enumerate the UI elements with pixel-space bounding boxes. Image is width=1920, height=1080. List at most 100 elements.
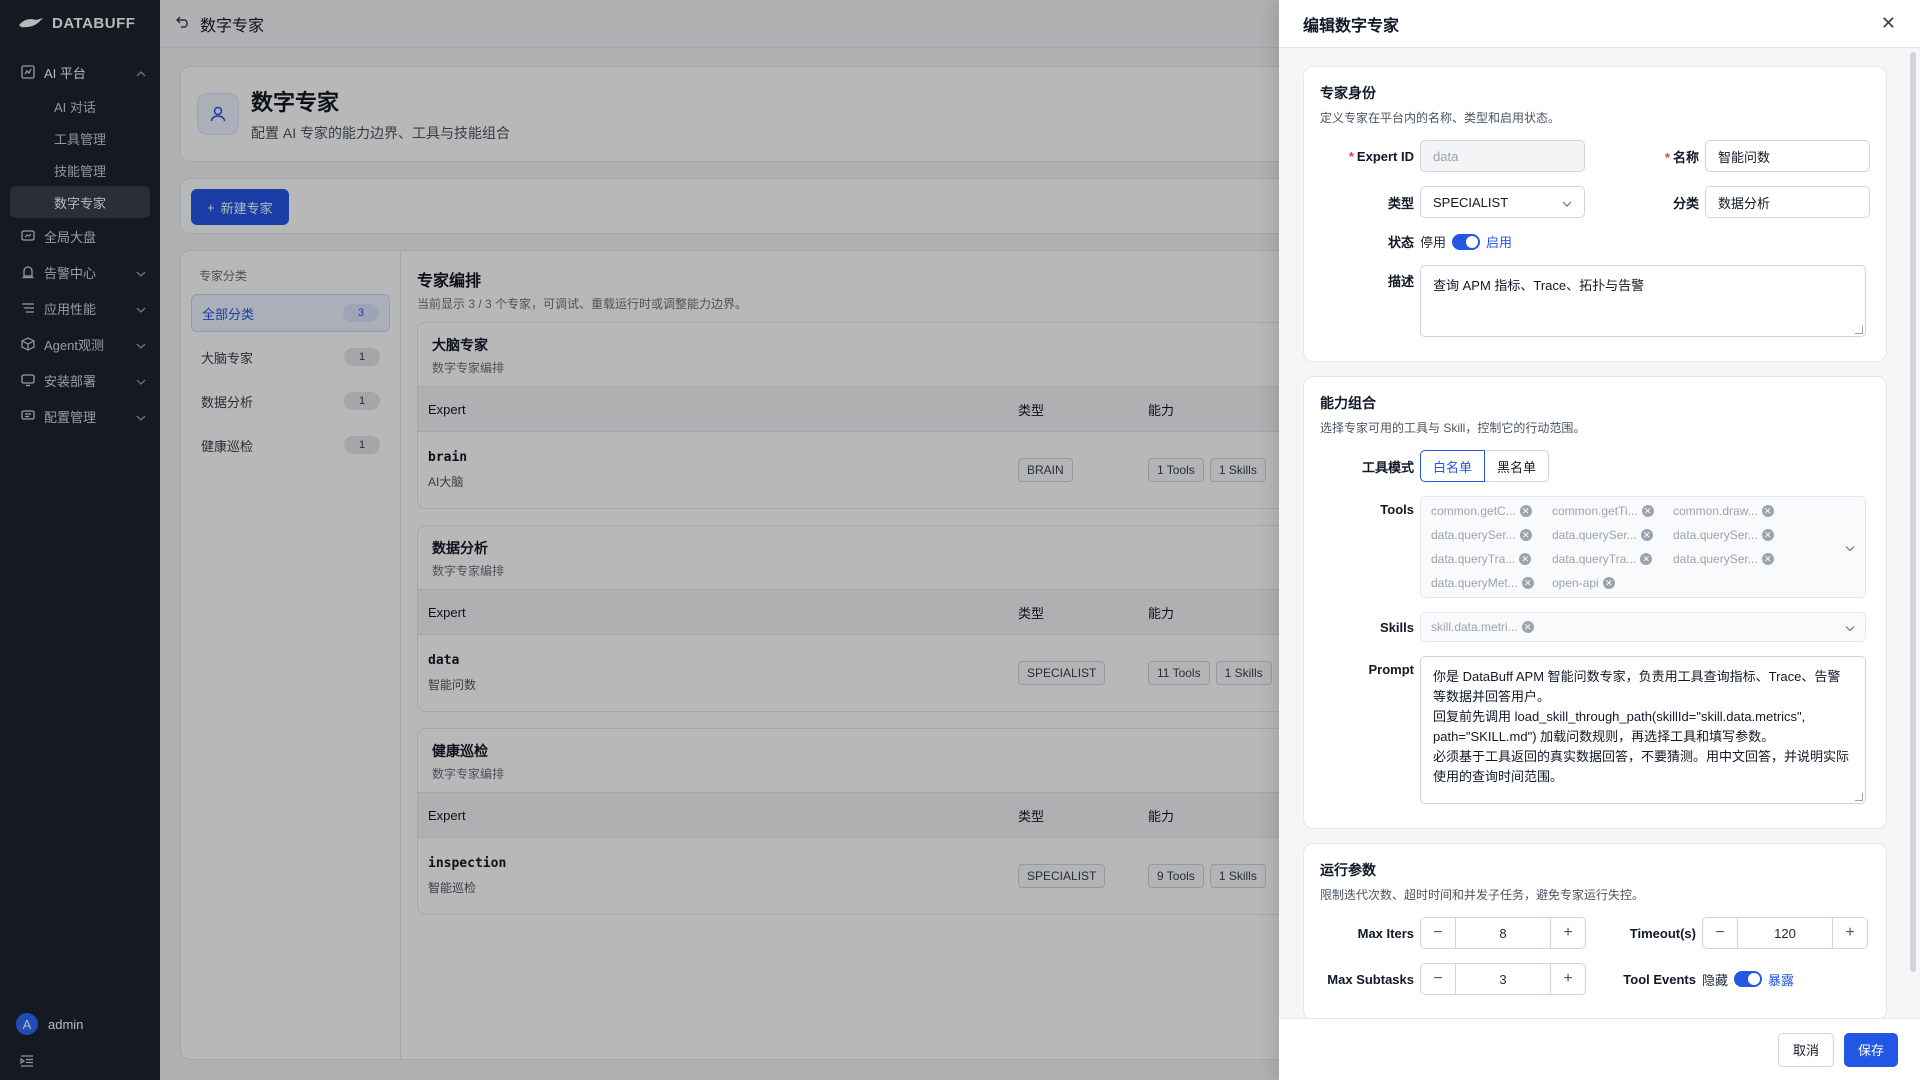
tool-chip: data.querySer... ✕ (1550, 525, 1665, 545)
prompt-textarea[interactable]: 你是 DataBuff APM 智能问数专家，负责用工具查询指标、Trace、告… (1420, 656, 1866, 804)
tool-chip: data.queryTra... ✕ (1550, 549, 1665, 569)
cancel-button[interactable]: 取消 (1777, 1032, 1834, 1067)
status-toggle-group: 停用 启用 (1420, 232, 1512, 251)
remove-chip-icon[interactable]: ✕ (1602, 577, 1615, 589)
desc-label: 描述 (1387, 274, 1414, 289)
resize-handle-icon[interactable] (1855, 326, 1863, 334)
status-switch[interactable] (1452, 233, 1481, 250)
tool-chip: data.queryMet... ✕ (1429, 573, 1544, 593)
increment-button[interactable]: + (1551, 918, 1585, 948)
close-icon[interactable]: ✕ (1881, 13, 1896, 34)
resize-handle-icon[interactable] (1855, 793, 1863, 801)
tool-events-off-label: 隐藏 (1702, 972, 1729, 988)
tool-chip: common.draw... ✕ (1671, 501, 1786, 521)
max-subtasks-stepper: − 3 + (1420, 963, 1586, 995)
max-iters-value[interactable]: 8 (1455, 918, 1551, 948)
max-iters-label: Max Iters (1357, 925, 1414, 941)
remove-chip-icon[interactable]: ✕ (1640, 529, 1653, 541)
category-input[interactable]: 数据分析 (1705, 186, 1870, 218)
type-select[interactable]: SPECIALIST (1420, 186, 1585, 218)
identity-card: 专家身份 定义专家在平台内的名称、类型和启用状态。 * Expert ID dat… (1303, 66, 1887, 362)
remove-chip-icon[interactable]: ✕ (1761, 505, 1774, 517)
tool-events-on-label: 暴露 (1768, 972, 1795, 988)
tool-chip: open-api ✕ (1550, 573, 1619, 593)
remove-chip-icon[interactable]: ✕ (1519, 505, 1532, 517)
tool-mode-label: 工具模式 (1361, 459, 1414, 475)
prompt-line: 使用的查询时间范围。 (1433, 769, 1564, 784)
prompt-line: 必须基于工具返回的真实数据回答，不要猜测。用中文回答，并说明实际 (1433, 749, 1850, 764)
name-label: * 名称 (1664, 149, 1699, 165)
max-iters-stepper: − 8 + (1420, 917, 1586, 949)
tool-chip: data.queryTra... ✕ (1429, 549, 1544, 569)
type-label: 类型 (1387, 195, 1414, 211)
tool-events-toggle-group: 隐藏 暴露 (1702, 970, 1794, 989)
section-title: 能力组合 (1320, 395, 1376, 411)
chevron-down-icon (1845, 620, 1855, 635)
capability-card: 能力组合 选择专家可用的工具与 Skill，控制它的行动范围。 工具模式 白名单… (1303, 376, 1887, 829)
max-subtasks-label: Max Subtasks (1327, 971, 1414, 987)
mode-blacklist-button[interactable]: 黑名单 (1485, 450, 1550, 482)
timeout-label: Timeout(s) (1629, 925, 1696, 941)
save-button[interactable]: 保存 (1843, 1032, 1898, 1067)
decrement-button[interactable]: − (1421, 964, 1455, 994)
tools-label: Tools (1380, 502, 1414, 517)
category-label: 分类 (1672, 195, 1699, 211)
drawer-scrollbar[interactable] (1910, 52, 1916, 972)
prompt-line: 你是 DataBuff APM 智能问数专家，负责用工具查询指标、Trace、告… (1433, 669, 1841, 684)
tool-chip: common.getC... ✕ (1429, 501, 1544, 521)
tool-events-switch[interactable] (1734, 971, 1763, 987)
prompt-line: 等数据并回答用户。 (1433, 689, 1551, 704)
skill-chip: skill.data.metri... ✕ (1429, 617, 1544, 637)
name-input[interactable]: 智能问数 (1705, 140, 1870, 172)
increment-button[interactable]: + (1833, 918, 1867, 948)
remove-chip-icon[interactable]: ✕ (1761, 529, 1774, 541)
tools-multiselect[interactable]: common.getC... ✕ common.getTi... ✕ common.… (1420, 496, 1866, 598)
type-select-value: SPECIALIST (1433, 194, 1509, 210)
drawer-footer: 取消 保存 (1279, 1018, 1920, 1080)
prompt-line: 回复前先调用 load_skill_through_path(skillId="… (1433, 709, 1806, 724)
tool-chip: data.querySer... ✕ (1429, 525, 1544, 545)
remove-chip-icon[interactable]: ✕ (1761, 553, 1774, 565)
section-desc: 定义专家在平台内的名称、类型和启用状态。 (1320, 111, 1561, 125)
skills-label: Skills (1380, 619, 1414, 635)
drawer-title: 编辑数字专家 (1303, 17, 1400, 35)
desc-value: 查询 APM 指标、Trace、拓扑与告警 (1433, 278, 1645, 293)
section-desc: 选择专家可用的工具与 Skill，控制它的行动范围。 (1320, 421, 1586, 435)
remove-chip-icon[interactable]: ✕ (1519, 529, 1532, 541)
expert-id-label: * Expert ID (1348, 148, 1414, 164)
remove-chip-icon[interactable]: ✕ (1521, 577, 1534, 589)
tool-events-label: Tool Events (1623, 971, 1696, 987)
tool-chip: data.querySer... ✕ (1671, 525, 1786, 545)
decrement-button[interactable]: − (1703, 918, 1737, 948)
remove-chip-icon[interactable]: ✕ (1521, 621, 1534, 633)
max-subtasks-value[interactable]: 3 (1455, 964, 1551, 994)
tool-mode-segment: 白名单 黑名单 (1420, 450, 1550, 482)
runtime-card: 运行参数 限制迭代次数、超时时间和并发子任务，避免专家运行失控。 Max Ite… (1303, 843, 1887, 1018)
skills-multiselect[interactable]: skill.data.metri... ✕ (1420, 612, 1866, 642)
mode-whitelist-button[interactable]: 白名单 (1420, 450, 1486, 482)
desc-textarea[interactable]: 查询 APM 指标、Trace、拓扑与告警 (1420, 265, 1866, 337)
drawer-header: 编辑数字专家 ✕ (1279, 0, 1920, 48)
expert-id-input[interactable]: data (1420, 140, 1585, 172)
section-desc: 限制迭代次数、超时时间和并发子任务，避免专家运行失控。 (1320, 888, 1645, 902)
status-label: 状态 (1387, 235, 1414, 250)
status-off-label: 停用 (1420, 235, 1447, 250)
status-on-label: 启用 (1486, 235, 1513, 250)
increment-button[interactable]: + (1551, 964, 1585, 994)
section-title: 专家身份 (1320, 85, 1376, 101)
edit-expert-drawer: 编辑数字专家 ✕ 专家身份 定义专家在平台内的名称、类型和启用状态。 * Expe… (1279, 0, 1920, 1080)
prompt-line: path="SKILL.md") 加载问数规则，再选择工具和填写参数。 (1433, 729, 1775, 744)
section-title: 运行参数 (1320, 862, 1376, 878)
tool-chip: data.querySer... ✕ (1671, 549, 1786, 569)
remove-chip-icon[interactable]: ✕ (1641, 505, 1654, 517)
timeout-value[interactable]: 120 (1737, 918, 1833, 948)
decrement-button[interactable]: − (1421, 918, 1455, 948)
remove-chip-icon[interactable]: ✕ (1640, 553, 1653, 565)
chevron-down-icon (1845, 540, 1855, 555)
chevron-down-icon (1562, 195, 1572, 210)
timeout-stepper: − 120 + (1702, 917, 1868, 949)
remove-chip-icon[interactable]: ✕ (1519, 553, 1532, 565)
tool-chip: common.getTi... ✕ (1550, 501, 1665, 521)
prompt-label: Prompt (1368, 662, 1415, 677)
drawer-body: 专家身份 定义专家在平台内的名称、类型和启用状态。 * Expert ID dat… (1279, 48, 1920, 1018)
